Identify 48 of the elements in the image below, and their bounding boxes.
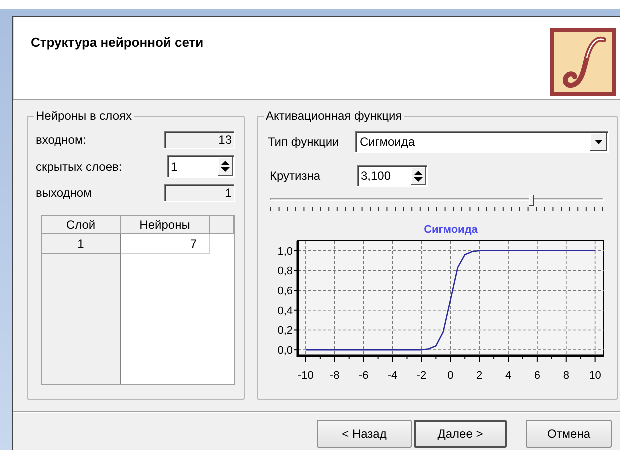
field-label: выходном [36,186,93,200]
axis-label: 0,2 [278,325,293,338]
dropdown-arrow-icon [594,140,602,144]
axis-label: 2 [476,370,483,382]
column-header[interactable]: Слой [42,216,121,234]
dialog-button[interactable]: < Назад [317,420,412,448]
spin-field[interactable]: 1 [167,155,235,178]
chart-title: Сигмоида [424,224,478,236]
table-cell: 1 [42,234,121,254]
field-label: Тип функции [267,135,340,149]
axis-label: -8 [330,370,340,382]
group-title: Нейроны в слоях [35,109,133,123]
dropdown-value: Сигмоида [360,135,416,149]
number-field: 13 [164,131,235,149]
axis-label: -2 [416,370,427,382]
axis-label: 0,6 [278,286,293,298]
axis-label: 0,8 [278,266,293,278]
table-cell[interactable]: 7 [121,234,210,254]
dialog-title: Структура нейронной сети [31,35,204,50]
slider[interactable] [270,195,604,213]
spin-buttons[interactable] [411,167,426,185]
dialog-button[interactable]: Отмена [526,420,612,448]
group-title: Активационная функция [265,109,404,123]
logo-icon [550,28,616,96]
axis-label: -10 [298,370,314,382]
axis-label: 0,4 [278,305,293,318]
default-button[interactable]: Далее > [414,420,507,448]
field-label: входном: [36,133,88,147]
axis-label: -6 [358,370,369,382]
axis-label: 0,0 [278,345,293,358]
column-header[interactable]: Нейроны [121,216,210,234]
spin-field[interactable]: 3,100 [357,165,428,187]
slider-thumb[interactable] [528,195,534,206]
field-label: скрытых слоев: [36,160,124,174]
number-field: 1 [164,184,235,202]
axis-label: 0 [448,370,454,382]
spin-buttons[interactable] [218,157,233,176]
axis-label: -4 [388,370,398,382]
field-label: Крутизна [269,169,322,183]
spin-arrows-icon [414,170,423,182]
axis-label: 10 [589,370,602,382]
spin-arrows-icon [221,161,230,172]
axis-label: 4 [505,370,512,382]
axis-label: 1,0 [278,246,293,258]
dropdown-field[interactable]: Сигмоида [355,131,609,153]
dropdown-button[interactable] [590,133,607,151]
axis-label: 8 [563,370,570,382]
axis-label: 6 [534,370,540,382]
